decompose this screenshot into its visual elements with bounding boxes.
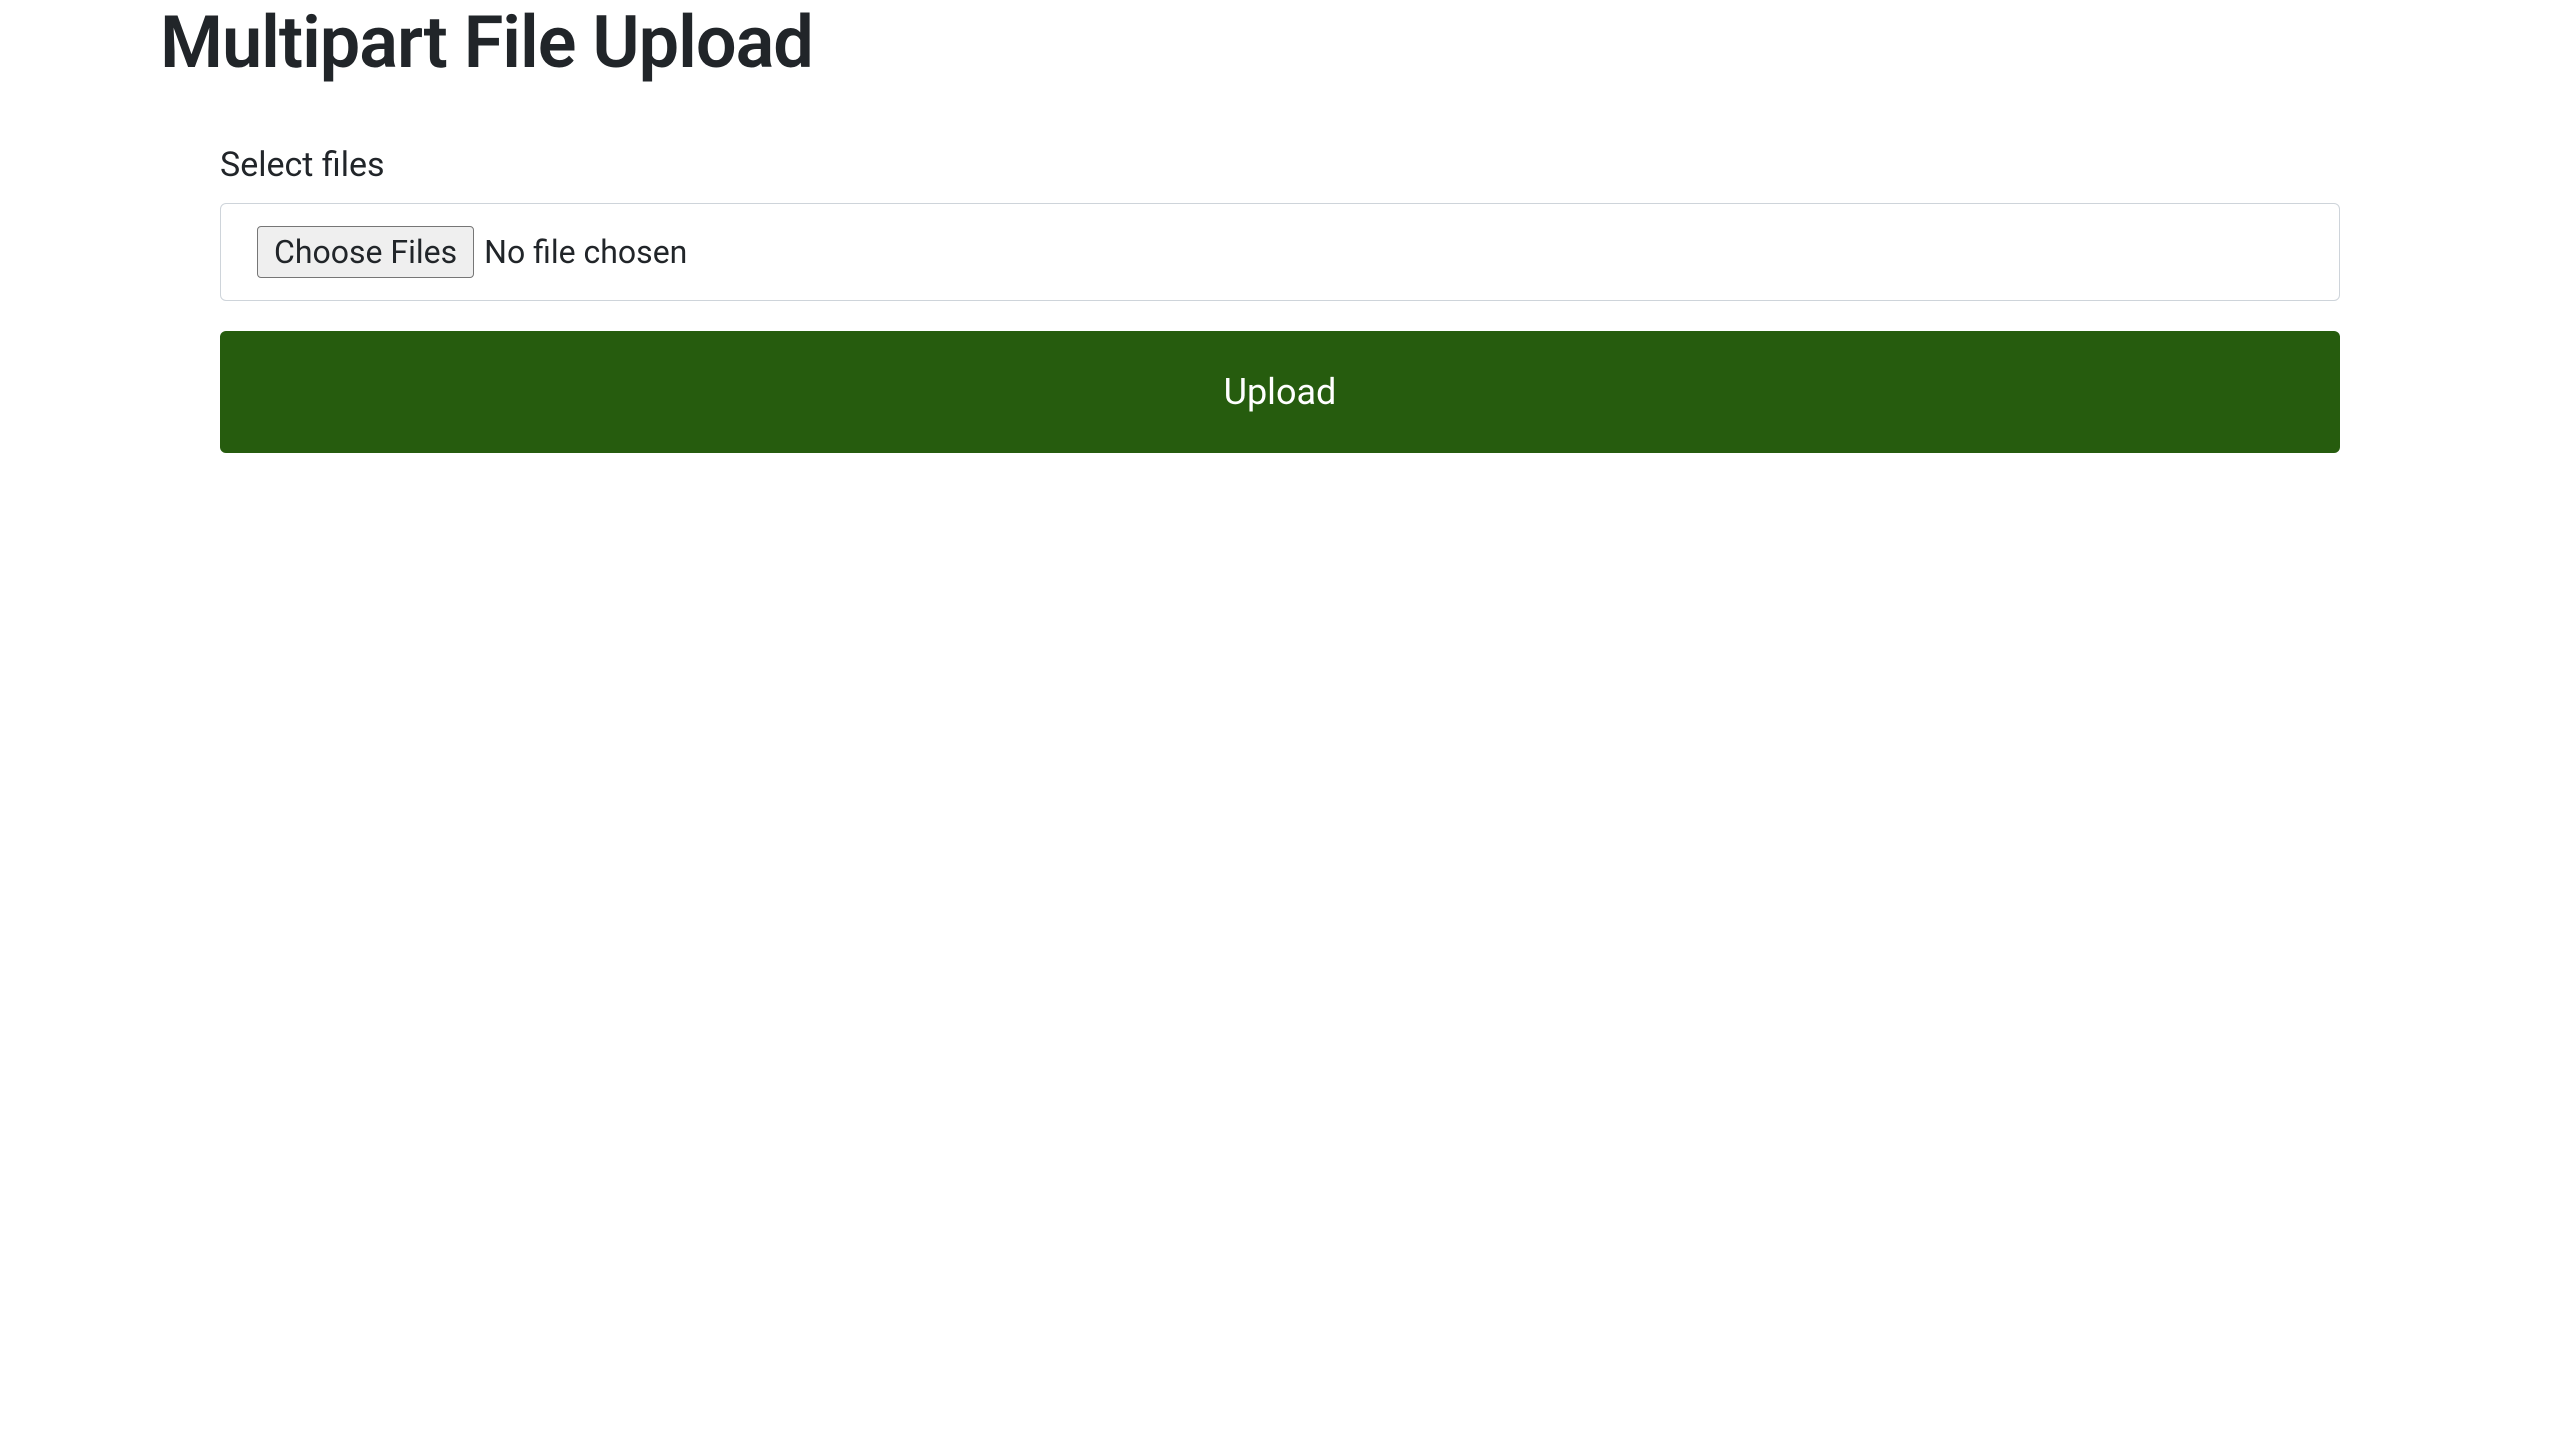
page-title: Multipart File Upload xyxy=(160,0,2400,85)
upload-button[interactable]: Upload xyxy=(220,331,2340,453)
file-status-text: No file chosen xyxy=(484,233,687,271)
file-input-wrapper[interactable]: Choose Files No file chosen xyxy=(220,203,2340,301)
choose-files-button[interactable]: Choose Files xyxy=(257,226,474,278)
file-select-label: Select files xyxy=(220,145,2340,185)
upload-form: Select files Choose Files No file chosen… xyxy=(160,145,2400,453)
